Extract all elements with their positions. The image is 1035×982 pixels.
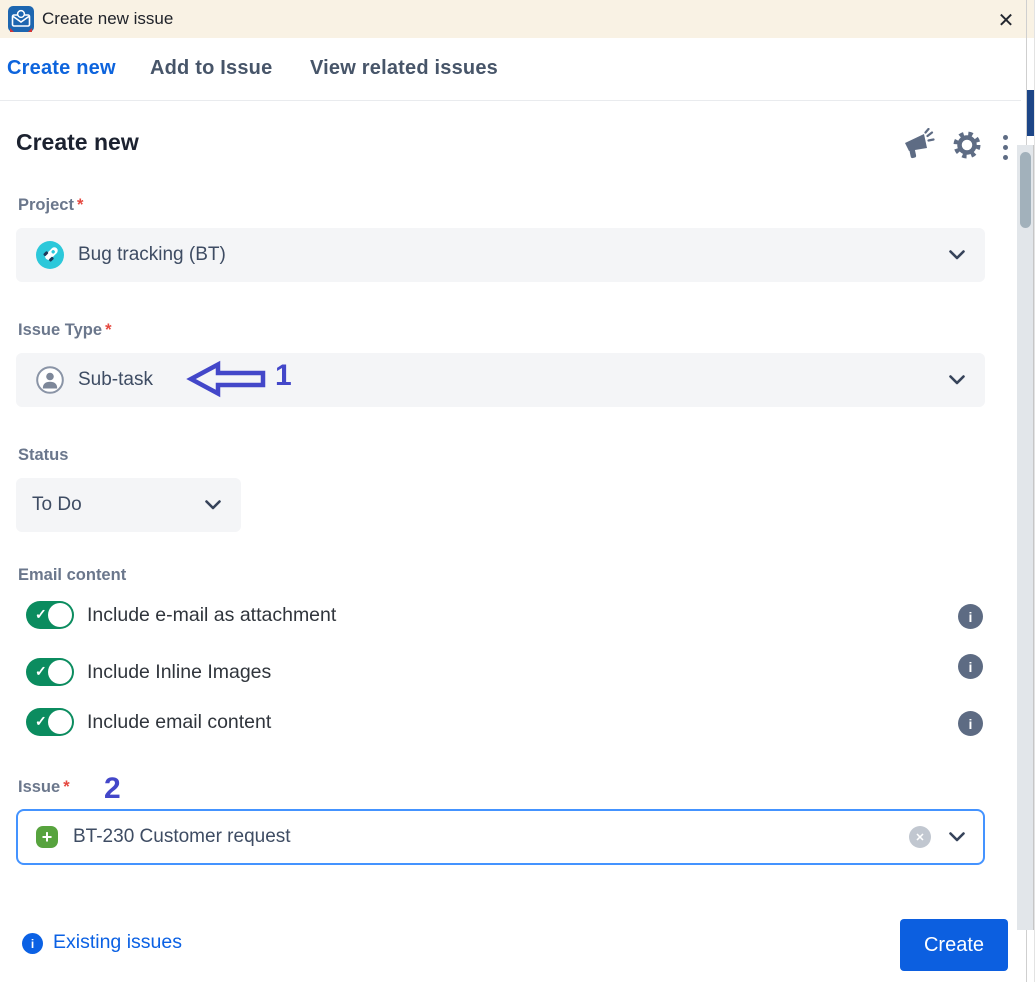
tab-view-related-issues[interactable]: View related issues	[310, 57, 498, 80]
info-icon[interactable]: i	[958, 711, 983, 736]
toggle-include-inline-images[interactable]: ✓	[26, 658, 74, 686]
issue-label: Issue *	[18, 778, 70, 796]
project-value: Bug tracking (BT)	[78, 244, 226, 265]
toggle-knob	[48, 660, 72, 684]
annotation-arrow-left-icon	[186, 360, 266, 398]
tab-create-new[interactable]: Create new	[7, 57, 116, 80]
issue-type-select[interactable]: Sub-task	[16, 353, 985, 407]
create-button[interactable]: Create	[900, 919, 1008, 971]
toggle-label: Include Inline Images	[87, 660, 272, 683]
toggle-row-email-content: ✓ Include email content	[26, 707, 271, 737]
page-title: Create new	[16, 129, 139, 155]
required-asterisk: *	[63, 778, 70, 796]
edge-accent-bar	[1027, 90, 1034, 136]
check-icon: ✓	[35, 605, 47, 622]
issue-value: BT-230 Customer request	[73, 826, 291, 847]
status-label: Status	[18, 446, 69, 464]
info-icon[interactable]: i	[958, 654, 983, 679]
check-icon: ✓	[35, 712, 47, 729]
titlebar: Create new issue ✕	[0, 0, 1035, 38]
annotation-number-1: 1	[275, 359, 292, 392]
chevron-down-icon	[949, 250, 965, 260]
chevron-down-icon	[949, 375, 965, 385]
project-label: Project *	[18, 196, 84, 214]
project-avatar-rocket-icon	[36, 241, 64, 269]
chevron-down-icon	[949, 832, 965, 842]
issue-type-label: Issue Type *	[18, 321, 112, 339]
scrollbar-track[interactable]	[1017, 145, 1034, 930]
clear-icon[interactable]: ✕	[909, 826, 931, 848]
required-asterisk: *	[76, 196, 84, 214]
annotation-number-2: 2	[104, 772, 121, 805]
tabs-divider	[0, 100, 1021, 101]
existing-issues-link[interactable]: Existing issues	[53, 931, 182, 954]
chevron-down-icon	[205, 500, 221, 510]
toggle-label: Include e-mail as attachment	[87, 603, 337, 626]
toggle-knob	[48, 603, 72, 627]
tab-add-to-issue[interactable]: Add to Issue	[150, 57, 272, 80]
email-content-label: Email content	[18, 566, 127, 584]
check-icon: ✓	[35, 662, 47, 679]
subtask-person-icon	[36, 366, 64, 394]
project-select[interactable]: Bug tracking (BT)	[16, 228, 985, 282]
create-issue-pane: Create new issue ✕ Create new Add to Iss…	[0, 0, 1035, 982]
toggle-label: Include email content	[87, 710, 272, 733]
issue-type-value: Sub-task	[78, 369, 153, 390]
status-value: To Do	[32, 494, 82, 515]
info-icon-blue[interactable]: i	[22, 933, 43, 954]
toggle-include-email-content[interactable]: ✓	[26, 708, 74, 736]
status-select[interactable]: To Do	[16, 478, 241, 532]
close-icon[interactable]: ✕	[991, 5, 1021, 35]
add-issue-plus-icon: +	[36, 826, 58, 848]
toggle-include-email-attachment[interactable]: ✓	[26, 601, 74, 629]
issue-combobox[interactable]: + BT-230 Customer request ✕	[16, 809, 985, 865]
toggle-knob	[48, 710, 72, 734]
announcement-icon[interactable]	[901, 128, 935, 162]
info-icon[interactable]: i	[958, 604, 983, 629]
settings-gear-icon[interactable]	[951, 129, 983, 161]
toggle-row-inline-images: ✓ Include Inline Images	[26, 657, 271, 687]
more-vertical-icon[interactable]	[999, 131, 1011, 163]
required-asterisk: *	[105, 321, 112, 339]
scrollbar-thumb[interactable]	[1020, 152, 1031, 228]
toggle-row-email-attachment: ✓ Include e-mail as attachment	[26, 600, 336, 630]
app-mail-jira-icon	[8, 6, 34, 32]
window-title: Create new issue	[42, 9, 174, 28]
